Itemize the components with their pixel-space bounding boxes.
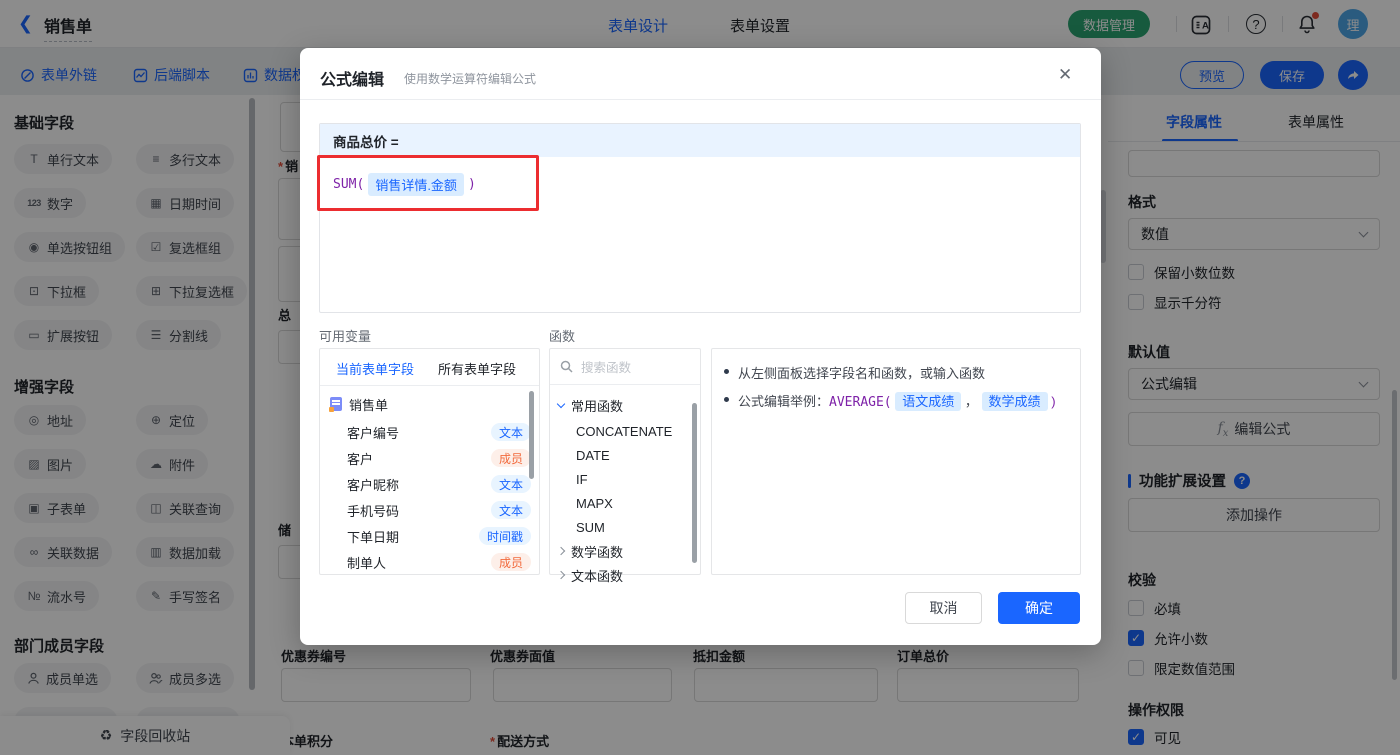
- type-badge: 时间戳: [478, 527, 531, 545]
- variable-row[interactable]: 手机号码 文本: [320, 497, 539, 523]
- formula-editor[interactable]: 商品总价 = SUM( 销售详情.金额 ): [319, 123, 1081, 313]
- tab-all-form-fields[interactable]: 所有表单字段: [438, 359, 516, 378]
- form-doc-icon: [329, 397, 342, 412]
- modal-subtitle: 使用数学运算符编辑公式: [404, 72, 537, 86]
- formula-edit-modal: 公式编辑 使用数学运算符编辑公式 ✕ 商品总价 = SUM( 销售详情.金额 )…: [300, 48, 1101, 645]
- chevron-right-icon: [556, 546, 566, 556]
- tab-current-form-fields[interactable]: 当前表单字段: [336, 359, 414, 378]
- example-field-pill: 语文成绩: [895, 392, 962, 411]
- modal-title: 公式编辑: [320, 72, 385, 89]
- type-badge: 成员: [490, 553, 531, 571]
- bullet-icon: [724, 369, 729, 374]
- chevron-down-icon: [556, 399, 566, 408]
- variable-row[interactable]: 制单人 成员: [320, 549, 539, 575]
- search-placeholder: 搜索函数: [581, 361, 632, 375]
- function-item[interactable]: MAPX: [550, 491, 700, 515]
- variables-label: 可用变量: [319, 329, 372, 344]
- variables-scrollbar[interactable]: [529, 391, 534, 479]
- annotation-highlight-box: [317, 155, 539, 211]
- function-group-math[interactable]: 数学函数: [550, 539, 700, 563]
- type-badge: 文本: [490, 501, 531, 519]
- functions-scrollbar[interactable]: [692, 403, 697, 563]
- search-icon: [560, 360, 573, 373]
- formula-target: 商品总价 =: [320, 124, 1080, 157]
- help-panel: 从左侧面板选择字段名和函数，或输入函数 公式编辑举例：AVERAGE( 语文成绩…: [711, 348, 1081, 575]
- divider: [320, 385, 539, 386]
- function-item[interactable]: IF: [550, 467, 700, 491]
- bullet-icon: [724, 397, 729, 402]
- example-function: AVERAGE(: [829, 395, 892, 410]
- variables-panel: 当前表单字段 所有表单字段 销售单 客户编号 文本 客户 成员 客户昵称 文本 手机号…: [319, 348, 540, 575]
- variable-row[interactable]: 下单日期 时间戳: [320, 523, 539, 549]
- function-item[interactable]: CONCATENATE: [550, 419, 700, 443]
- tip-row: 从左侧面板选择字段名和函数，或输入函数: [724, 363, 1064, 382]
- type-badge: 文本: [490, 423, 531, 441]
- chevron-right-icon: [556, 570, 566, 580]
- example-field-pill: 数学成绩: [981, 392, 1048, 411]
- function-group-text[interactable]: 文本函数: [550, 563, 700, 587]
- type-badge: 文本: [490, 475, 531, 493]
- cancel-button[interactable]: 取消: [905, 592, 982, 624]
- close-icon[interactable]: ✕: [1058, 65, 1072, 85]
- type-badge: 成员: [490, 449, 531, 467]
- divider: [300, 99, 1101, 100]
- variable-row[interactable]: 客户 成员: [320, 445, 539, 471]
- confirm-button[interactable]: 确定: [998, 592, 1080, 624]
- function-item[interactable]: DATE: [550, 443, 700, 467]
- functions-panel: 搜索函数 常用函数 CONCATENATE DATE IF MAPX SUM 数…: [549, 348, 701, 584]
- functions-label: 函数: [549, 329, 576, 344]
- variable-row[interactable]: 客户昵称 文本: [320, 471, 539, 497]
- function-group-common[interactable]: 常用函数: [550, 393, 700, 417]
- function-item[interactable]: SUM: [550, 515, 700, 539]
- variable-tree-root[interactable]: 销售单: [320, 391, 539, 417]
- tip-example-row: 公式编辑举例：AVERAGE( 语文成绩 ， 数学成绩 ): [724, 391, 1076, 411]
- variable-row[interactable]: 客户编号 文本: [320, 419, 539, 445]
- function-search[interactable]: 搜索函数: [550, 349, 700, 385]
